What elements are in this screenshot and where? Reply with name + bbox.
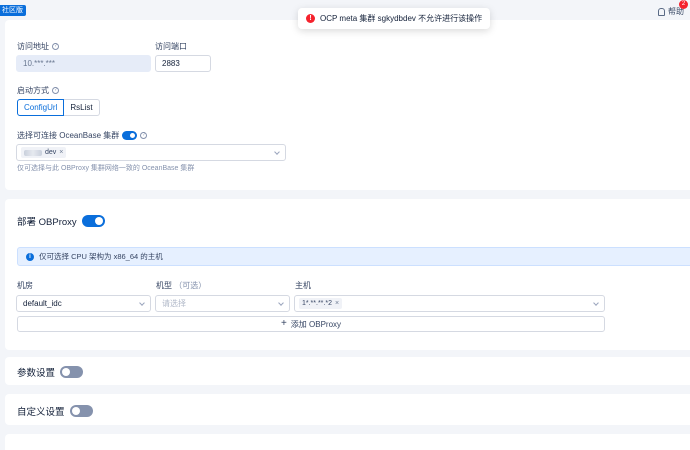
host-select[interactable]: 1*.**.**.*2 × xyxy=(294,295,605,312)
access-port-input[interactable]: 2883 xyxy=(155,55,211,72)
params-section-title: 参数设置 xyxy=(17,365,84,379)
custom-settings-card: 自定义设置 xyxy=(5,394,690,425)
chevron-down-icon xyxy=(278,300,284,306)
toggle-knob xyxy=(71,407,80,415)
cluster-hint: 仅可选择与此 OBProxy 集群网络一致的 OceanBase 集群 xyxy=(17,165,195,172)
question-circle-icon[interactable]: ? xyxy=(52,43,59,50)
type-column-header: 机型 （可选） xyxy=(156,281,207,290)
tag-close-icon[interactable]: × xyxy=(335,300,339,307)
edition-tag: 社区版 xyxy=(0,5,26,16)
chevron-down-icon xyxy=(139,300,145,306)
custom-section-title: 自定义设置 xyxy=(17,404,93,418)
access-address-label: 访问地址 ? xyxy=(17,41,59,52)
cluster-tag: dev × xyxy=(21,147,67,158)
startup-mode-selector: ConfigUrl RsList xyxy=(17,99,100,116)
error-toast: ! OCP meta 集群 sgkydbdev 不允许进行该操作 xyxy=(298,8,491,29)
idc-select[interactable]: default_idc xyxy=(16,295,151,312)
info-icon: i xyxy=(26,252,34,261)
deploy-toggle[interactable] xyxy=(81,215,105,227)
question-circle-icon[interactable]: ? xyxy=(52,87,59,94)
redacted-text xyxy=(24,149,42,156)
idc-column-header: 机房 xyxy=(17,281,33,290)
next-card xyxy=(5,434,690,450)
cluster-select-label: 选择可连接 OceanBase 集群 ? xyxy=(17,130,148,141)
toast-message: OCP meta 集群 sgkydbdev 不允许进行该操作 xyxy=(320,14,483,23)
add-obproxy-button[interactable]: + 添加 OBProxy xyxy=(17,316,605,332)
type-placeholder: 请选择 xyxy=(162,299,186,308)
params-settings-card: 参数设置 xyxy=(5,357,690,385)
startup-option-rslist[interactable]: RsList xyxy=(64,99,100,116)
cluster-select[interactable]: dev × xyxy=(16,144,286,161)
host-tag: 1*.**.**.*2 × xyxy=(299,298,343,309)
help-button[interactable]: 帮助 2 xyxy=(658,0,688,17)
chevron-down-icon xyxy=(274,149,280,155)
chevron-down-icon xyxy=(593,300,599,306)
toggle-knob xyxy=(62,368,71,376)
notification-badge: 2 xyxy=(679,0,688,9)
idc-value: default_idc xyxy=(23,299,62,308)
access-port-label: 访问端口 xyxy=(155,42,187,51)
error-icon: ! xyxy=(306,14,315,23)
startup-option-configurl[interactable]: ConfigUrl xyxy=(17,99,65,116)
cluster-select-toggle[interactable] xyxy=(122,131,138,140)
notification-bell-icon[interactable] xyxy=(658,7,665,16)
type-select[interactable]: 请选择 xyxy=(155,295,290,312)
toggle-knob xyxy=(130,133,136,138)
custom-toggle[interactable] xyxy=(69,405,93,417)
deploy-section-title: 部署 OBProxy xyxy=(17,214,105,228)
toggle-knob xyxy=(94,217,103,225)
connection-config-card: 访问地址 ? 10.***.*** 访问端口 2883 启动方式 ? Confi… xyxy=(5,20,690,190)
params-toggle[interactable] xyxy=(60,366,84,378)
tag-close-icon[interactable]: × xyxy=(59,149,63,156)
question-circle-icon[interactable]: ? xyxy=(140,132,148,139)
startup-mode-label: 启动方式 ? xyxy=(17,85,59,96)
plus-icon: + xyxy=(280,318,287,329)
arch-info-alert: i 仅可选择 CPU 架构为 x86_64 的主机 xyxy=(17,247,690,266)
host-column-header: 主机 xyxy=(295,281,311,290)
access-address-input[interactable]: 10.***.*** xyxy=(16,55,151,72)
deploy-obproxy-card: 部署 OBProxy i 仅可选择 CPU 架构为 x86_64 的主机 机房 … xyxy=(5,199,690,350)
